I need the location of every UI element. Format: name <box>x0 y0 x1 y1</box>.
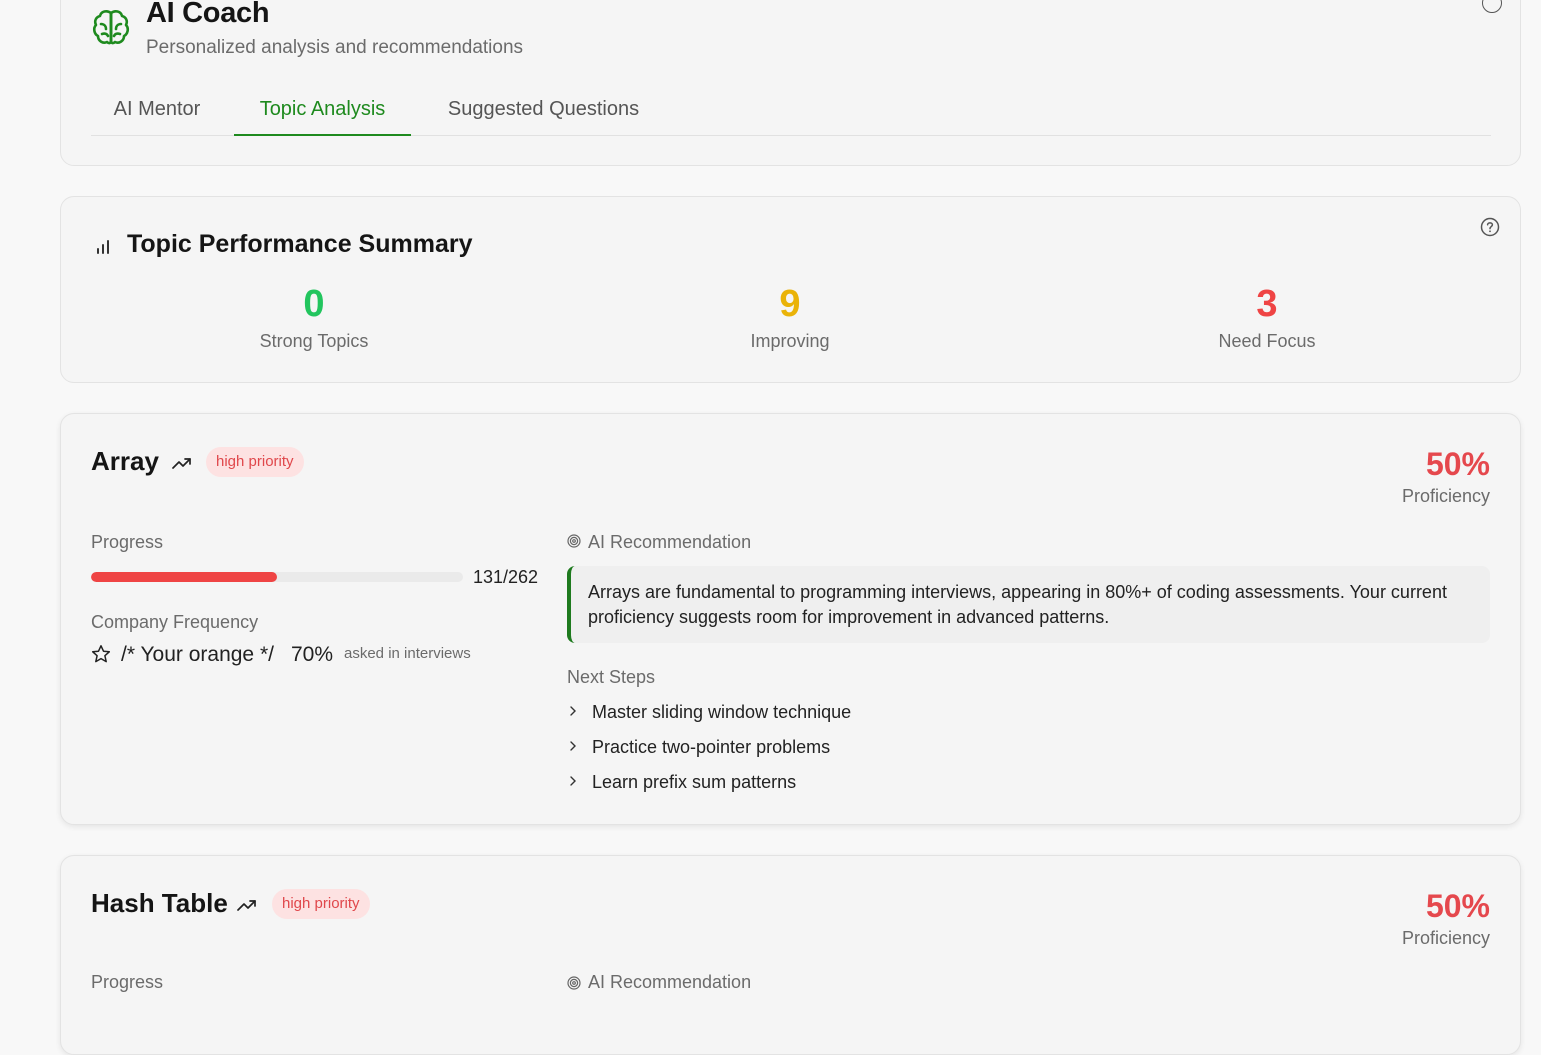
next-step-item: Practice two-pointer problems <box>567 734 851 769</box>
trending-up-icon <box>172 458 191 469</box>
brain-icon <box>92 10 130 45</box>
next-step-text: Learn prefix sum patterns <box>592 772 797 792</box>
stat-value: 9 <box>779 283 801 325</box>
bar-chart-icon <box>97 240 109 254</box>
summary-card: Topic Performance Summary 0 Strong Topic… <box>60 196 1521 383</box>
topic-name: Hash Table <box>91 888 228 918</box>
ai-recommendation-text: Arrays are fundamental to programming in… <box>567 566 1490 643</box>
next-steps-list: Master sliding window technique Practice… <box>567 699 851 804</box>
proficiency-value: 50% <box>1425 888 1490 924</box>
next-step-text: Practice two-pointer problems <box>592 737 831 757</box>
help-icon[interactable] <box>1480 217 1500 237</box>
tab-suggested-questions[interactable]: Suggested Questions <box>431 89 656 136</box>
stat-label: Strong Topics <box>259 331 369 351</box>
progress-count: 131/262 <box>473 567 539 587</box>
target-icon <box>567 976 581 990</box>
stat-value: 3 <box>1256 283 1278 325</box>
next-step-item: Master sliding window technique <box>567 699 851 734</box>
tab-topic-analysis[interactable]: Topic Analysis <box>234 89 411 136</box>
stat-label: Need Focus <box>1218 331 1316 351</box>
priority-badge: high priority <box>272 889 370 919</box>
proficiency-label: Proficiency <box>1401 928 1490 948</box>
next-steps-label: Next Steps <box>567 667 656 687</box>
frequency-comment: /* Your orange */ <box>121 643 274 666</box>
topic-name: Array <box>91 446 159 476</box>
summary-title: Topic Performance Summary <box>127 230 473 258</box>
tab-bar: AI Mentor Topic Analysis Suggested Quest… <box>91 89 1491 136</box>
company-frequency-label: Company Frequency <box>91 612 259 632</box>
app-subtitle: Personalized analysis and recommendation… <box>146 37 524 58</box>
proficiency-value: 50% <box>1425 446 1490 482</box>
progress-label: Progress <box>91 532 164 552</box>
frequency-note: asked in interviews <box>344 645 471 662</box>
stat-improving: 9 Improving <box>640 279 940 352</box>
topic-card-hash-table[interactable]: Hash Table high priority 50% Proficiency… <box>60 855 1521 1055</box>
chevron-right-icon <box>570 776 576 786</box>
stat-label: Improving <box>750 331 830 351</box>
chevron-right-icon <box>570 741 576 751</box>
trending-up-icon <box>237 900 256 911</box>
priority-badge: high priority <box>206 447 304 477</box>
frequency-value: 70% <box>291 643 334 666</box>
ai-recommendation-label: AI Recommendation <box>588 532 752 552</box>
progress-fill <box>91 572 277 582</box>
target-icon <box>567 534 581 548</box>
topic-card-array[interactable]: Array high priority 50% Proficiency Prog… <box>60 413 1521 825</box>
next-step-item: Learn prefix sum patterns <box>567 769 851 804</box>
tab-ai-mentor[interactable]: AI Mentor <box>91 89 223 136</box>
stat-strong-topics: 0 Strong Topics <box>164 279 464 352</box>
proficiency-label: Proficiency <box>1401 486 1490 506</box>
stat-value: 0 <box>303 283 325 325</box>
help-icon[interactable] <box>1482 0 1502 13</box>
header-card: AI Coach Personalized analysis and recom… <box>60 0 1521 166</box>
app-title: AI Coach <box>146 0 270 29</box>
chevron-right-icon <box>570 706 576 716</box>
progress-bar <box>91 572 463 582</box>
stat-need-focus: 3 Need Focus <box>1117 279 1417 352</box>
next-step-text: Master sliding window technique <box>592 702 852 722</box>
star-icon <box>91 645 111 663</box>
